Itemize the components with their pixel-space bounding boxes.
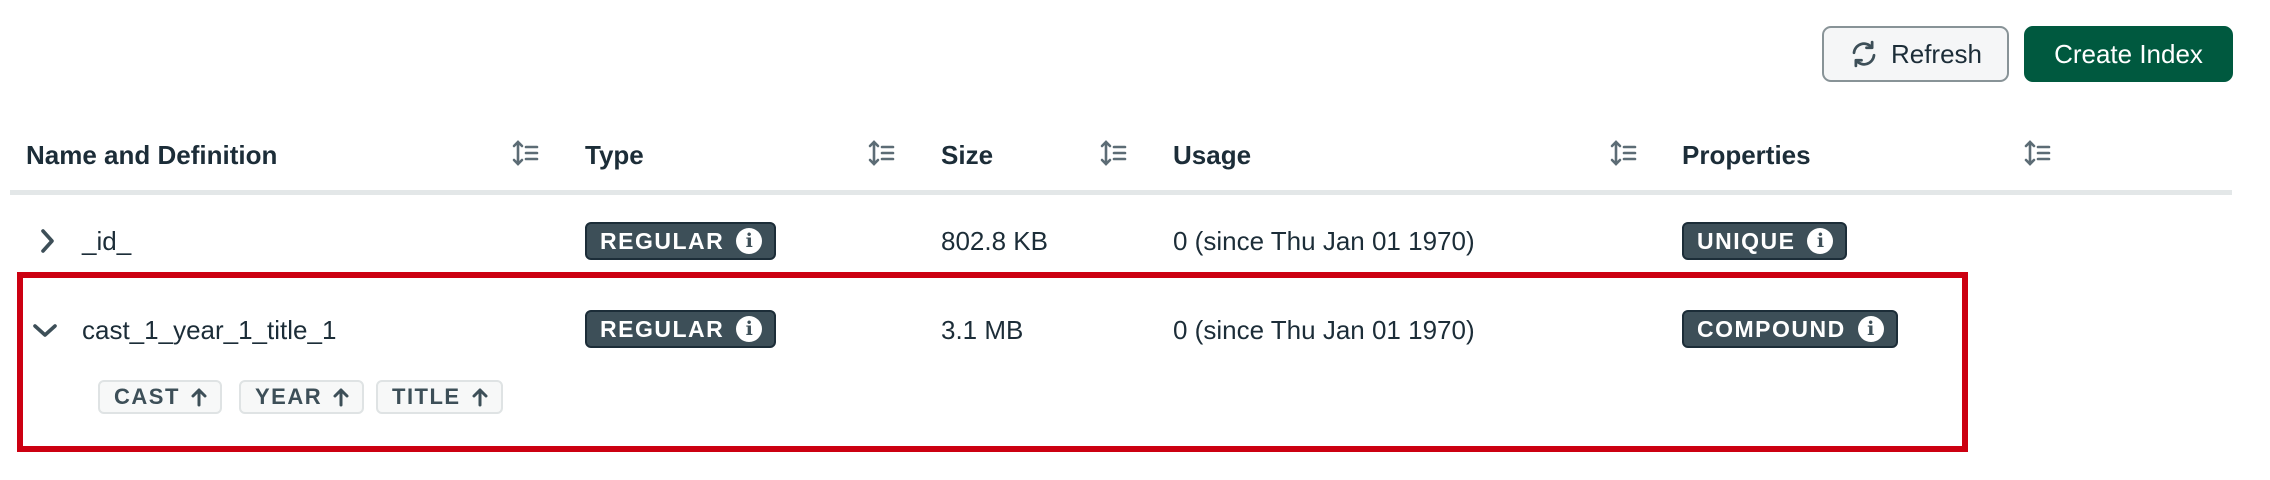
property-badge-label: UNIQUE bbox=[1697, 227, 1796, 254]
column-header-usage[interactable]: Usage bbox=[1173, 140, 1251, 171]
property-badge: UNIQUE i bbox=[1682, 222, 1848, 260]
header-divider bbox=[10, 190, 2232, 195]
refresh-label: Refresh bbox=[1890, 38, 1983, 69]
column-header-type[interactable]: Type bbox=[585, 140, 644, 171]
sort-icon[interactable] bbox=[512, 138, 540, 168]
chevron-right-icon[interactable] bbox=[34, 228, 60, 254]
refresh-button[interactable]: Refresh bbox=[1822, 26, 2009, 82]
sort-icon[interactable] bbox=[868, 138, 896, 168]
column-header-name[interactable]: Name and Definition bbox=[26, 140, 277, 171]
column-header-size[interactable]: Size bbox=[941, 140, 993, 171]
sort-icon[interactable] bbox=[1610, 138, 1638, 168]
refresh-icon bbox=[1852, 40, 1876, 68]
index-name: _id_ bbox=[82, 226, 132, 256]
create-index-label: Create Index bbox=[2054, 38, 2203, 69]
type-badge: REGULAR i bbox=[585, 222, 777, 260]
sort-icon[interactable] bbox=[1100, 138, 1128, 168]
index-size: 802.8 KB bbox=[941, 226, 1048, 256]
highlight-box bbox=[17, 272, 1968, 452]
info-icon[interactable]: i bbox=[736, 228, 763, 254]
type-badge-label: REGULAR bbox=[600, 227, 725, 254]
index-usage: 0 (since Thu Jan 01 1970) bbox=[1173, 226, 1475, 256]
column-header-properties[interactable]: Properties bbox=[1682, 140, 1811, 171]
info-icon[interactable]: i bbox=[1807, 228, 1834, 254]
create-index-button[interactable]: Create Index bbox=[2024, 26, 2233, 82]
sort-icon[interactable] bbox=[2024, 138, 2052, 168]
